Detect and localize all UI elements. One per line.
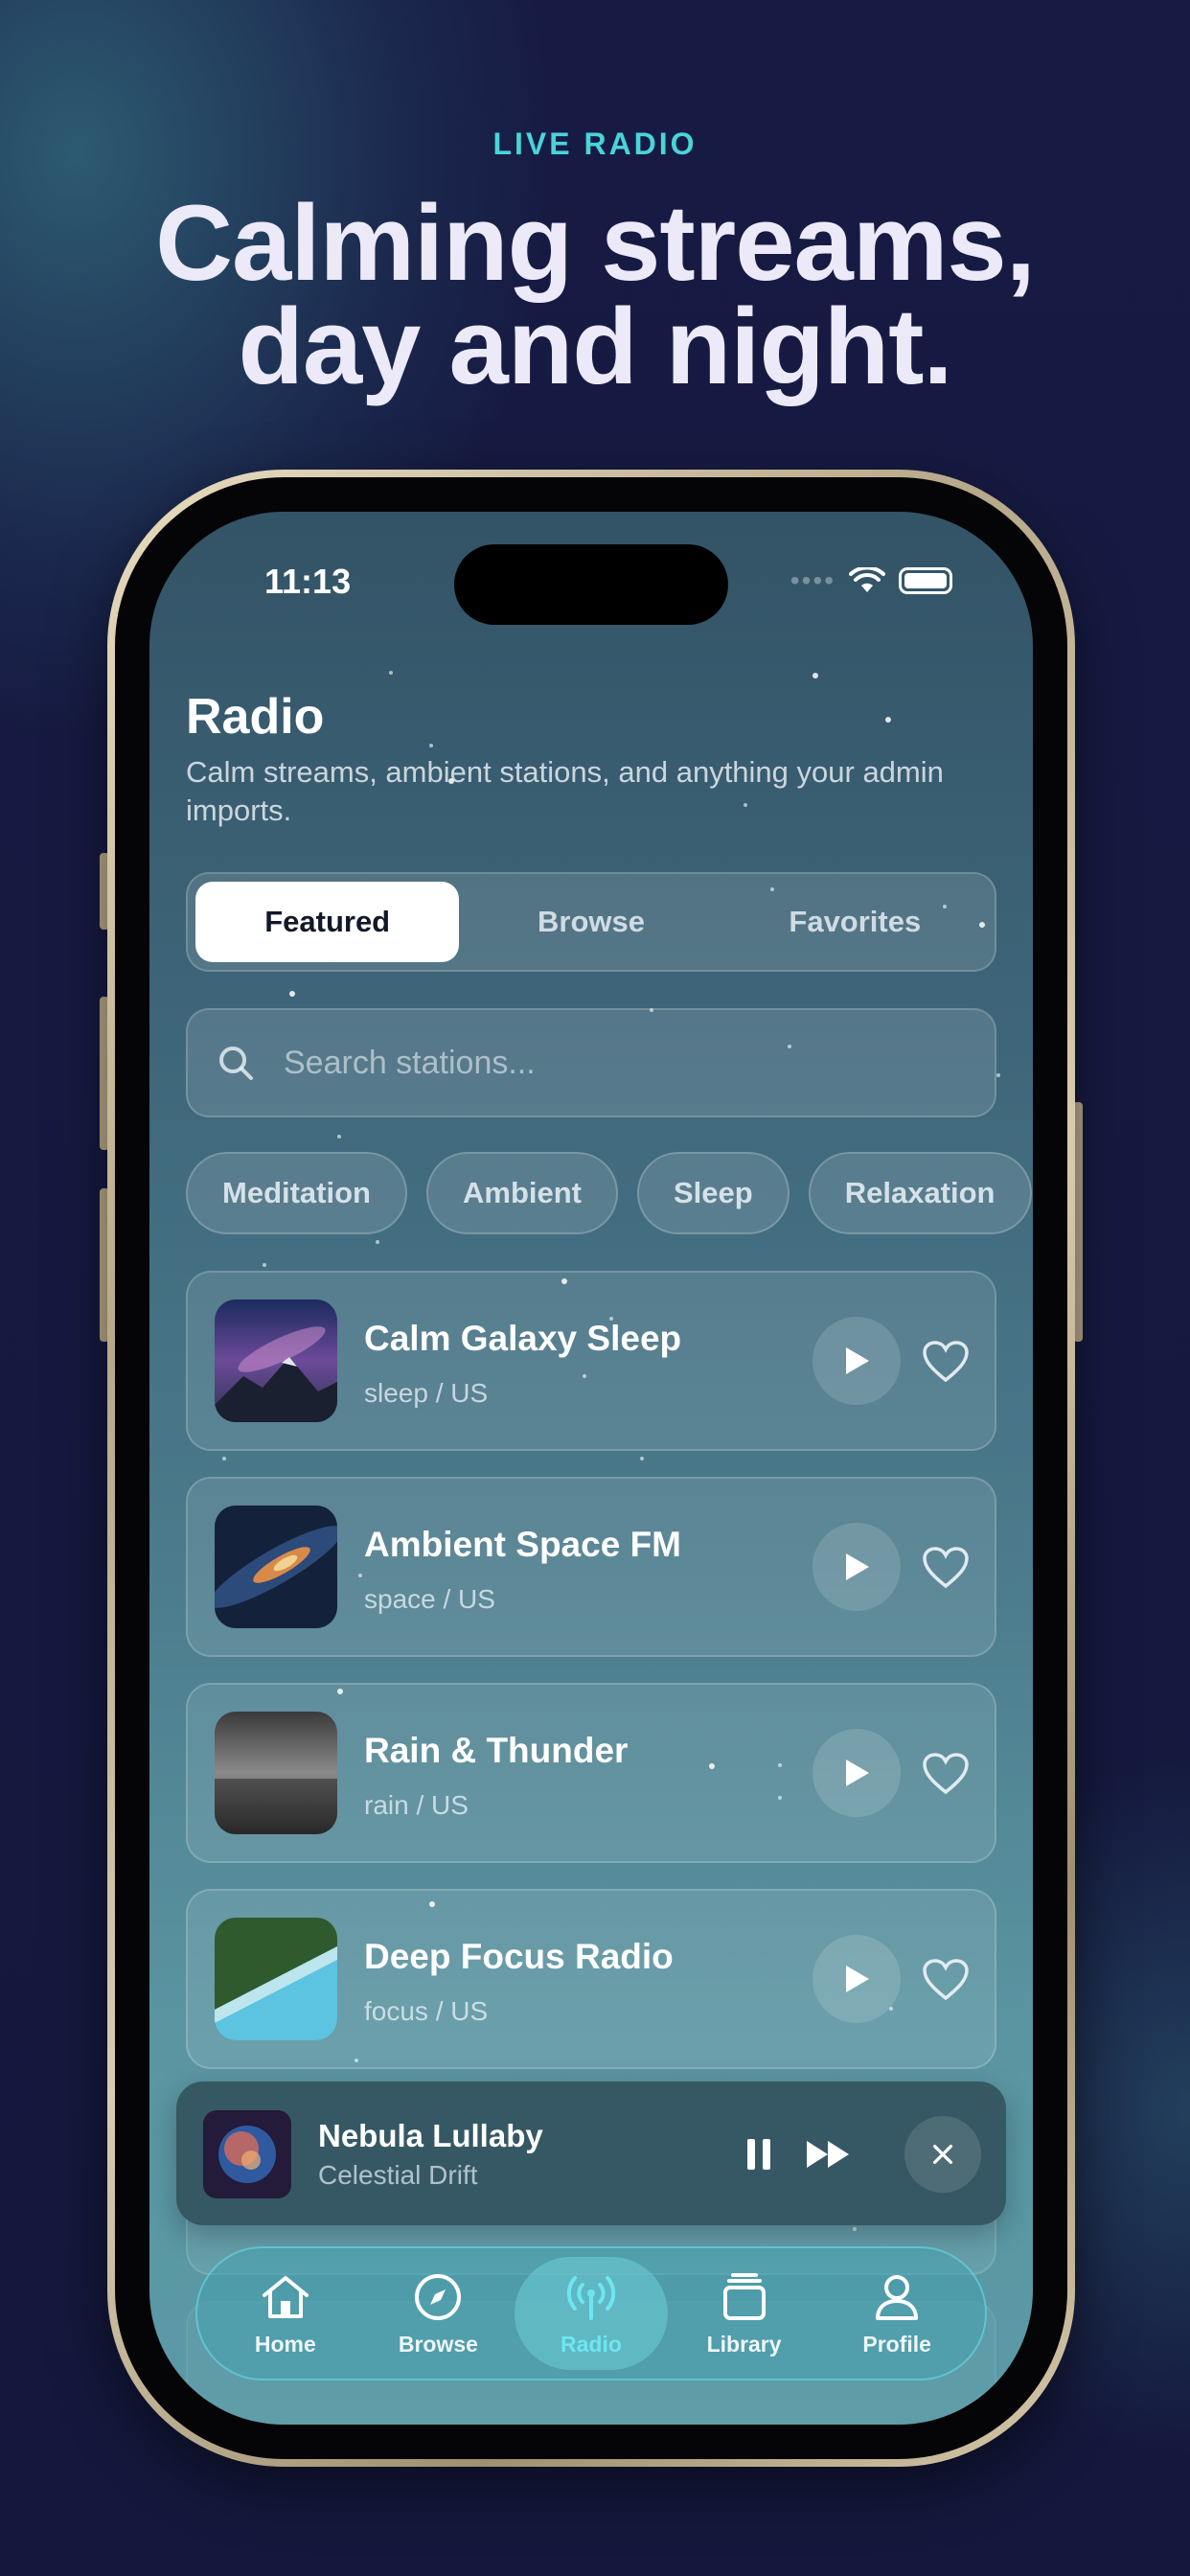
battery-icon: [899, 567, 952, 594]
star: [389, 671, 393, 675]
station-title: Rain & Thunder: [364, 1731, 629, 1770]
tab-library[interactable]: Library: [668, 2257, 821, 2370]
phone-screen: 11:13 •••• Radio Calm streams, ambient s…: [149, 512, 1033, 2425]
star: [996, 1073, 1000, 1077]
station-artwork: [215, 1506, 337, 1628]
chip-ambient[interactable]: Ambient: [426, 1152, 618, 1234]
tab-browse-nav[interactable]: Browse: [362, 2257, 515, 2370]
station-card[interactable]: Ambient Space FM space / US: [186, 1477, 996, 1657]
now-playing-title: Nebula Lullaby: [318, 2118, 543, 2153]
heart-icon[interactable]: [922, 1546, 970, 1590]
star: [812, 673, 818, 678]
library-icon: [722, 2272, 766, 2320]
headline-line-2: day and night.: [238, 287, 952, 406]
star: [376, 1240, 379, 1244]
station-card[interactable]: Calm Galaxy Sleep sleep / US: [186, 1271, 996, 1451]
chip-relaxation[interactable]: Relaxation: [808, 1152, 1032, 1234]
station-card[interactable]: Rain & Thunder rain / US: [186, 1683, 996, 1863]
star: [222, 1457, 226, 1460]
page-title: Radio: [186, 689, 325, 745]
play-button[interactable]: [812, 1935, 901, 2023]
station-meta: space / US: [364, 1584, 495, 1614]
tab-favorites[interactable]: Favorites: [723, 882, 987, 962]
tab-home[interactable]: Home: [209, 2257, 362, 2370]
hero-headline: Calming streams, day and night.: [0, 183, 1190, 406]
genre-chips: Meditation Ambient Sleep Relaxation: [186, 1152, 1032, 1234]
station-artwork: [215, 1918, 337, 2040]
mini-player[interactable]: Nebula Lullaby Celestial Drift: [176, 2082, 1006, 2225]
star: [885, 717, 891, 723]
tab-bar: Home Browse Radio Library Profile: [195, 2246, 987, 2380]
station-title: Deep Focus Radio: [364, 1937, 674, 1976]
search-placeholder: Search stations...: [284, 1044, 536, 1081]
tab-label: Library: [706, 2331, 782, 2357]
status-indicators: ••••: [790, 565, 952, 596]
tab-profile[interactable]: Profile: [820, 2257, 973, 2370]
tab-label: Profile: [862, 2331, 931, 2357]
tab-label: Home: [254, 2331, 316, 2357]
dynamic-island: [454, 544, 728, 625]
heart-icon[interactable]: [922, 1340, 970, 1384]
tab-featured[interactable]: Featured: [195, 882, 460, 962]
signal-icon: ••••: [790, 565, 835, 595]
station-card[interactable]: Deep Focus Radio focus / US: [186, 1889, 996, 2069]
station-title: Ambient Space FM: [364, 1525, 681, 1564]
station-meta: focus / US: [364, 1996, 489, 2026]
tab-browse[interactable]: Browse: [459, 882, 722, 962]
wifi-icon: [849, 567, 885, 592]
search-icon: [219, 1046, 253, 1080]
station-title: Calm Galaxy Sleep: [364, 1319, 682, 1358]
star: [429, 744, 433, 748]
play-button[interactable]: [812, 1317, 901, 1405]
compass-icon: [415, 2273, 462, 2320]
heart-icon[interactable]: [922, 1958, 970, 2002]
search-input[interactable]: Search stations...: [186, 1008, 996, 1117]
now-playing-artwork: [203, 2110, 291, 2198]
close-icon: [932, 2144, 953, 2165]
home-icon: [262, 2275, 309, 2318]
radio-icon: [566, 2275, 616, 2320]
heart-icon[interactable]: [922, 1752, 970, 1796]
status-time: 11:13: [264, 562, 352, 601]
play-icon: [846, 1966, 869, 1992]
play-icon: [846, 1760, 869, 1786]
star: [337, 1135, 341, 1138]
star: [640, 1457, 644, 1460]
hero-eyebrow: LIVE RADIO: [492, 126, 698, 161]
station-artwork: [215, 1300, 337, 1422]
play-button[interactable]: [812, 1729, 901, 1817]
star: [263, 1263, 266, 1267]
play-icon: [846, 1347, 869, 1374]
tab-label: Radio: [561, 2331, 622, 2357]
station-artwork: [215, 1712, 337, 1834]
star: [289, 991, 295, 997]
now-playing-artist: Celestial Drift: [318, 2160, 478, 2190]
segmented-control: Featured Browse Favorites: [186, 872, 996, 972]
forward-icon[interactable]: [805, 2137, 853, 2172]
chip-meditation[interactable]: Meditation: [186, 1152, 407, 1234]
close-button[interactable]: [904, 2116, 981, 2193]
pause-icon[interactable]: [740, 2135, 778, 2174]
profile-icon: [876, 2274, 919, 2320]
headline-line-1: Calming streams,: [155, 183, 1036, 303]
page-subtitle: Calm streams, ambient stations, and anyt…: [186, 755, 944, 827]
tab-label: Browse: [398, 2331, 478, 2357]
station-meta: rain / US: [364, 1790, 469, 1820]
chip-sleep[interactable]: Sleep: [637, 1152, 790, 1234]
play-icon: [846, 1553, 869, 1580]
tab-radio[interactable]: Radio: [515, 2257, 668, 2370]
play-button[interactable]: [812, 1523, 901, 1611]
station-meta: sleep / US: [364, 1378, 489, 1408]
